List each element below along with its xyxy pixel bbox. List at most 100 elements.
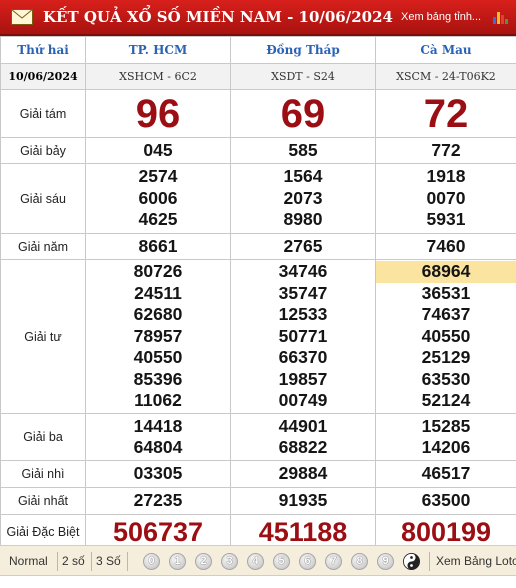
prize-number: 5931 xyxy=(426,209,466,230)
prize-number: 772 xyxy=(431,139,461,160)
separator xyxy=(127,552,128,571)
prize-number: 1564 xyxy=(283,166,323,187)
prize-row-g1: Giải nhất 27235 91935 63500 xyxy=(0,487,516,515)
prize-label: Giải nhất xyxy=(0,487,86,515)
prize-number: 40550 xyxy=(421,325,471,346)
prize-row-g7: Giải bảy 045 585 772 xyxy=(0,137,516,164)
ticket-code: XSDT - S24 xyxy=(230,63,376,90)
prize-number: 0070 xyxy=(426,187,466,208)
digit-filter-button[interactable]: 0 xyxy=(143,553,160,570)
prize-number: 91935 xyxy=(278,490,328,511)
view-loto-link[interactable]: Xem Bảng Loto xyxy=(436,554,516,568)
prize-number: 585 xyxy=(288,139,318,160)
mode-2-digit-button[interactable]: 2 số xyxy=(62,554,85,568)
prize-number: 00749 xyxy=(278,390,328,411)
yin-yang-icon[interactable] xyxy=(403,553,420,570)
draw-date: 10/06/2024 xyxy=(0,63,86,90)
prize-number: 63500 xyxy=(421,490,471,511)
results-header: KẾT QUẢ XỔ SỐ MIỀN NAM - 10/06/2024 Xem … xyxy=(0,0,516,36)
mail-icon xyxy=(11,9,33,25)
prize-number: 7460 xyxy=(426,235,466,256)
prize-number: 6006 xyxy=(138,187,178,208)
prize-number: 78957 xyxy=(133,325,183,346)
prize-label: Giải ba xyxy=(0,413,86,461)
prize-number: 40550 xyxy=(133,347,183,368)
weekday-cell: Thứ hai xyxy=(0,36,86,64)
digit-filter-button[interactable]: 4 xyxy=(247,553,264,570)
prize-number: 03305 xyxy=(133,463,183,484)
prize-number: 14206 xyxy=(421,437,471,457)
prize-number: 12533 xyxy=(278,304,328,325)
prize-number: 50771 xyxy=(278,325,328,346)
prize-number: 85396 xyxy=(133,368,183,389)
prize-number: 4625 xyxy=(138,209,178,230)
province-name[interactable]: Đồng Tháp xyxy=(230,36,376,64)
prize-number: 8661 xyxy=(138,235,178,256)
digit-filter-button[interactable]: 7 xyxy=(325,553,342,570)
prize-number: 96 xyxy=(85,89,231,138)
mode-normal-button[interactable]: Normal xyxy=(9,554,48,568)
prize-number: 64804 xyxy=(133,437,183,457)
prize-number: 24511 xyxy=(134,282,182,303)
digit-filter-button[interactable]: 6 xyxy=(299,553,316,570)
prize-number: 69 xyxy=(230,89,376,138)
prize-number: 62680 xyxy=(133,304,183,325)
prize-number: 74637 xyxy=(421,304,471,325)
separator xyxy=(429,552,430,571)
prize-number: 19857 xyxy=(278,368,328,389)
prize-number: 2073 xyxy=(283,187,323,208)
prize-number: 29884 xyxy=(278,463,328,484)
prize-number: 63530 xyxy=(421,368,471,389)
prize-label: Giải tám xyxy=(0,89,86,138)
digit-filter-button[interactable]: 3 xyxy=(221,553,238,570)
digit-filter-button[interactable]: 9 xyxy=(377,553,394,570)
digit-filter-button[interactable]: 2 xyxy=(195,553,212,570)
page-title: KẾT QUẢ XỔ SỐ MIỀN NAM - 10/06/2024 xyxy=(43,8,393,26)
province-name[interactable]: Cà Mau xyxy=(375,36,516,64)
prize-number: 44901 xyxy=(278,415,328,436)
prize-row-g2: Giải nhì 03305 29884 46517 xyxy=(0,460,516,488)
prize-number: 80726 xyxy=(133,261,183,282)
bar-chart-icon[interactable] xyxy=(492,9,510,25)
bottom-spacer xyxy=(0,577,516,588)
prize-number: 1918 xyxy=(426,166,466,187)
ticket-code: XSHCM - 6C2 xyxy=(85,63,231,90)
prize-label: Giải tư xyxy=(0,259,86,414)
code-row: 10/06/2024 XSHCM - 6C2 XSDT - S24 XSCM -… xyxy=(0,63,516,90)
results-table: Thứ hai TP. HCM Đồng Tháp Cà Mau 10/06/2… xyxy=(0,36,516,550)
digit-filter-button[interactable]: 1 xyxy=(169,553,186,570)
display-options-bar: Normal 2 số 3 Số 0 1 2 3 4 5 6 7 8 9 Xem… xyxy=(0,545,516,576)
highlighted-prize-number: 68964 xyxy=(376,261,516,283)
prize-number: 72 xyxy=(375,89,516,138)
prize-row-g3: Giải ba 14418 64804 44901 68822 15285 14… xyxy=(0,413,516,461)
digit-filter-button[interactable]: 8 xyxy=(351,553,368,570)
view-provinces-link[interactable]: Xem bảng tỉnh... xyxy=(401,11,487,23)
prize-number: 35747 xyxy=(278,282,328,303)
prize-number: 66370 xyxy=(278,347,328,368)
prize-number: 11062 xyxy=(134,390,182,411)
mode-3-digit-button[interactable]: 3 Số xyxy=(96,554,121,568)
digit-filter-button[interactable]: 5 xyxy=(273,553,290,570)
prize-number: 52124 xyxy=(421,390,471,411)
prize-number: 68822 xyxy=(278,437,328,457)
province-name[interactable]: TP. HCM xyxy=(85,36,231,64)
ticket-code: XSCM - 24-T06K2 xyxy=(375,63,516,90)
prize-number: 46517 xyxy=(421,463,471,484)
province-row: Thứ hai TP. HCM Đồng Tháp Cà Mau xyxy=(0,36,516,64)
prize-row-g6: Giải sáu 2574 6006 4625 1564 2073 8980 1… xyxy=(0,163,516,234)
prize-label: Giải sáu xyxy=(0,163,86,234)
prize-row-g5: Giải năm 8661 2765 7460 xyxy=(0,233,516,260)
prize-number: 36531 xyxy=(421,282,471,303)
prize-number: 8980 xyxy=(283,209,323,230)
prize-number: 2765 xyxy=(283,235,323,256)
prize-label: Giải nhì xyxy=(0,460,86,488)
prize-number: 15285 xyxy=(421,415,471,436)
separator xyxy=(57,552,58,571)
prize-label: Giải bảy xyxy=(0,137,86,164)
separator xyxy=(91,552,92,571)
prize-row-g4: Giải tư 80726 24511 62680 78957 40550 85… xyxy=(0,259,516,414)
prize-number: 2574 xyxy=(138,166,178,187)
prize-number: 045 xyxy=(143,139,173,160)
prize-label: Giải năm xyxy=(0,233,86,260)
prize-number: 25129 xyxy=(421,347,471,368)
